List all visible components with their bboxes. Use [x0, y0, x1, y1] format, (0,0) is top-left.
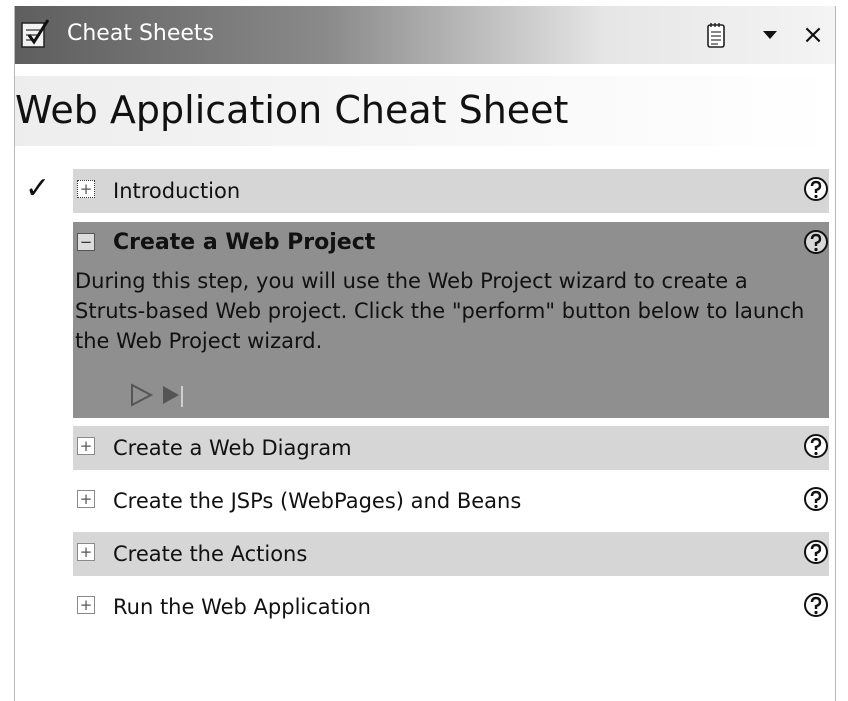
page-title: Web Application Cheat Sheet: [15, 88, 569, 132]
step-label: Create the JSPs (WebPages) and Beans: [113, 489, 522, 513]
close-icon[interactable]: ×: [801, 20, 825, 50]
completed-check-icon: ✓: [25, 171, 51, 206]
step-description: During this step, you will use the Web P…: [75, 269, 805, 353]
step-label: Create the Actions: [113, 542, 308, 566]
help-icon[interactable]: [803, 592, 829, 618]
cheat-sheet-icon: [21, 19, 50, 49]
dropdown-icon[interactable]: [759, 20, 781, 50]
expand-icon[interactable]: +: [77, 437, 95, 455]
help-icon[interactable]: [803, 229, 829, 255]
step-label: Introduction: [113, 179, 241, 203]
step-introduction[interactable]: + Introduction: [73, 169, 829, 213]
view-menu-icon[interactable]: [703, 20, 729, 50]
step-title: Create a Web Project: [113, 230, 376, 255]
step-label: Create a Web Diagram: [113, 436, 352, 460]
expand-icon[interactable]: +: [77, 543, 95, 561]
skip-icon[interactable]: [159, 380, 189, 410]
view-titlebar: Cheat Sheets ×: [15, 6, 835, 64]
step-create-jsps-and-beans[interactable]: + Create the JSPs (WebPages) and Beans: [73, 479, 829, 523]
step-create-actions[interactable]: + Create the Actions: [73, 532, 829, 576]
cheat-sheet-view: Cheat Sheets × Web Application Cheat She…: [14, 6, 836, 701]
perform-icon[interactable]: [127, 380, 157, 410]
expand-icon[interactable]: +: [77, 490, 95, 508]
help-icon[interactable]: [803, 539, 829, 565]
view-title: Cheat Sheets: [67, 21, 215, 46]
collapse-icon[interactable]: −: [77, 233, 95, 251]
help-icon[interactable]: [803, 486, 829, 512]
help-icon[interactable]: [803, 433, 829, 459]
help-icon[interactable]: [803, 176, 829, 202]
expand-icon[interactable]: +: [77, 596, 95, 614]
expand-icon[interactable]: +: [77, 180, 95, 198]
step-label: Run the Web Application: [113, 595, 371, 619]
step-create-web-diagram[interactable]: + Create a Web Diagram: [73, 426, 829, 470]
step-create-web-project: − Create a Web Project During this step,…: [73, 222, 829, 418]
step-run-web-application[interactable]: + Run the Web Application: [73, 585, 829, 629]
